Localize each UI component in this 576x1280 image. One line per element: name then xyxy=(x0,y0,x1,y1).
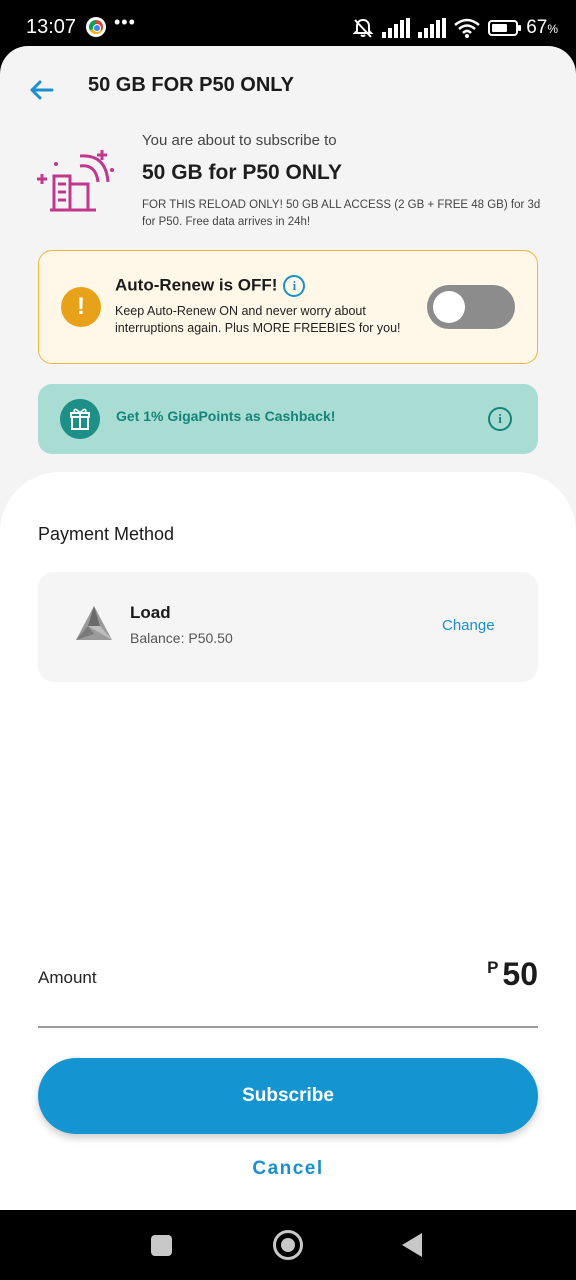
battery-icon xyxy=(488,20,522,36)
status-time: 13:07 xyxy=(26,16,77,38)
payment-method-name: Load xyxy=(130,603,171,622)
info-icon[interactable]: i xyxy=(283,275,306,297)
payment-method-card: Load Balance: P50.50 Change xyxy=(38,572,538,682)
promo-subtitle: You are about to subscribe to xyxy=(142,132,337,149)
arrow-left-icon[interactable] xyxy=(22,74,58,106)
cancel-button[interactable]: Cancel xyxy=(0,1158,576,1180)
city-signal-icon xyxy=(37,150,114,212)
signal-icon xyxy=(382,18,411,38)
payment-sheet: Payment Method Load Balance: P50.50 Chan… xyxy=(0,472,576,1210)
load-logo-icon xyxy=(76,606,112,640)
battery-percent: 67% xyxy=(526,17,558,38)
auto-renew-card: ! Auto-Renew is OFF! i Keep Auto-Renew ON… xyxy=(38,250,538,364)
subscribe-screen: 50 GB FOR P50 ONLY You are about to subs… xyxy=(0,46,576,1210)
auto-renew-title: Auto-Renew is OFF! xyxy=(115,275,278,295)
toggle-knob xyxy=(433,291,465,323)
cashback-text: Get 1% GigaPoints as Cashback! xyxy=(116,408,336,424)
payment-method-label: Payment Method xyxy=(38,524,175,544)
wifi-icon xyxy=(454,18,480,38)
change-payment-link[interactable]: Change xyxy=(442,617,495,634)
recents-icon[interactable] xyxy=(151,1235,172,1256)
bell-off-icon xyxy=(352,18,374,38)
app-header: 50 GB FOR P50 ONLY xyxy=(0,46,576,130)
info-icon[interactable]: i xyxy=(488,407,512,431)
auto-renew-description: Keep Auto-Renew ON and never worry about… xyxy=(115,304,401,335)
gift-icon xyxy=(60,399,100,439)
amount-label: Amount xyxy=(38,968,97,987)
warning-icon: ! xyxy=(61,287,101,327)
payment-balance: Balance: P50.50 xyxy=(130,630,233,646)
cashback-banner[interactable]: Get 1% GigaPoints as Cashback! i xyxy=(38,384,538,454)
promo-description: FOR THIS RELOAD ONLY! 50 GB ALL ACCESS (… xyxy=(142,199,541,228)
system-nav-bar xyxy=(0,1210,576,1280)
more-notifications-icon: ••• xyxy=(114,12,136,32)
auto-renew-heading: Auto-Renew is OFF! i xyxy=(115,275,306,297)
promo-intro: You are about to subscribe to 50 GB for … xyxy=(142,132,542,231)
divider xyxy=(38,1026,538,1028)
amount-value: P 50 xyxy=(487,956,538,993)
amount-number: 50 xyxy=(502,956,538,992)
subscribe-button[interactable]: Subscribe xyxy=(38,1058,538,1134)
chrome-icon xyxy=(86,17,106,37)
auto-renew-toggle[interactable] xyxy=(427,285,515,329)
page-title: 50 GB FOR P50 ONLY xyxy=(88,74,294,96)
amount-currency: P xyxy=(487,958,499,977)
back-triangle-icon[interactable] xyxy=(402,1233,422,1257)
status-icons: 67% xyxy=(352,14,558,42)
signal-icon xyxy=(418,18,447,38)
promo-title: 50 GB for P50 ONLY xyxy=(142,161,342,184)
home-icon[interactable] xyxy=(273,1230,303,1260)
